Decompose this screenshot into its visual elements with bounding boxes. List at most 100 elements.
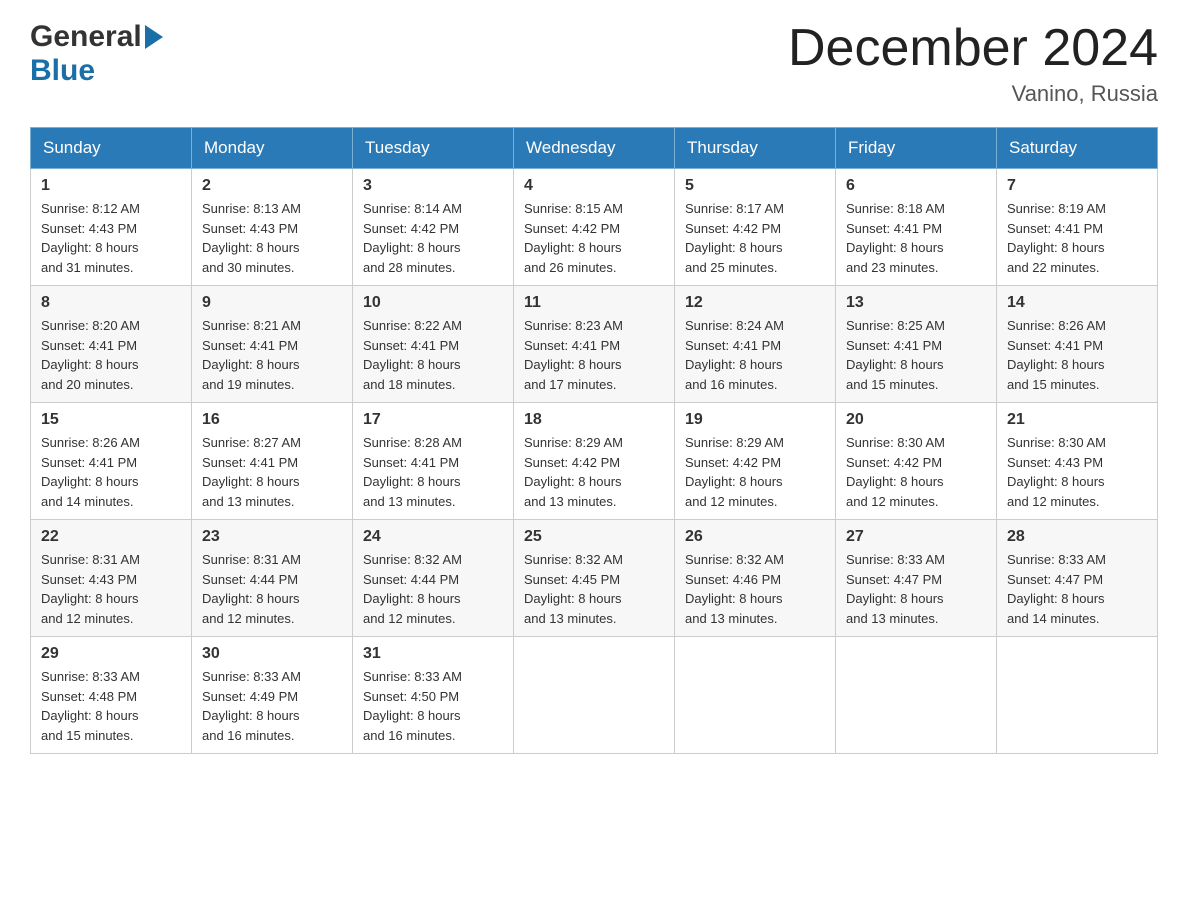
table-row: 4 Sunrise: 8:15 AMSunset: 4:42 PMDayligh…	[514, 169, 675, 286]
table-row: 1 Sunrise: 8:12 AMSunset: 4:43 PMDayligh…	[31, 169, 192, 286]
day-number: 6	[846, 177, 986, 195]
header-wednesday: Wednesday	[514, 128, 675, 169]
day-number: 30	[202, 645, 342, 663]
day-info: Sunrise: 8:26 AMSunset: 4:41 PMDaylight:…	[1007, 318, 1106, 392]
day-info: Sunrise: 8:22 AMSunset: 4:41 PMDaylight:…	[363, 318, 462, 392]
day-number: 14	[1007, 294, 1147, 312]
day-number: 7	[1007, 177, 1147, 195]
day-info: Sunrise: 8:24 AMSunset: 4:41 PMDaylight:…	[685, 318, 784, 392]
logo: General Blue	[30, 20, 163, 88]
table-row: 25 Sunrise: 8:32 AMSunset: 4:45 PMDaylig…	[514, 520, 675, 637]
table-row: 17 Sunrise: 8:28 AMSunset: 4:41 PMDaylig…	[353, 403, 514, 520]
header-thursday: Thursday	[675, 128, 836, 169]
table-row: 26 Sunrise: 8:32 AMSunset: 4:46 PMDaylig…	[675, 520, 836, 637]
table-row: 30 Sunrise: 8:33 AMSunset: 4:49 PMDaylig…	[192, 637, 353, 754]
table-row: 13 Sunrise: 8:25 AMSunset: 4:41 PMDaylig…	[836, 286, 997, 403]
day-info: Sunrise: 8:33 AMSunset: 4:48 PMDaylight:…	[41, 669, 140, 743]
table-row: 5 Sunrise: 8:17 AMSunset: 4:42 PMDayligh…	[675, 169, 836, 286]
calendar-table: Sunday Monday Tuesday Wednesday Thursday…	[30, 127, 1158, 754]
day-number: 16	[202, 411, 342, 429]
day-info: Sunrise: 8:32 AMSunset: 4:45 PMDaylight:…	[524, 552, 623, 626]
table-row	[675, 637, 836, 754]
calendar-header-row: Sunday Monday Tuesday Wednesday Thursday…	[31, 128, 1158, 169]
table-row: 24 Sunrise: 8:32 AMSunset: 4:44 PMDaylig…	[353, 520, 514, 637]
day-info: Sunrise: 8:25 AMSunset: 4:41 PMDaylight:…	[846, 318, 945, 392]
table-row: 12 Sunrise: 8:24 AMSunset: 4:41 PMDaylig…	[675, 286, 836, 403]
table-row: 28 Sunrise: 8:33 AMSunset: 4:47 PMDaylig…	[997, 520, 1158, 637]
day-number: 3	[363, 177, 503, 195]
day-info: Sunrise: 8:30 AMSunset: 4:42 PMDaylight:…	[846, 435, 945, 509]
title-area: December 2024 Vanino, Russia	[788, 20, 1158, 107]
day-number: 21	[1007, 411, 1147, 429]
day-number: 2	[202, 177, 342, 195]
location-subtitle: Vanino, Russia	[788, 81, 1158, 107]
page-header: General Blue December 2024 Vanino, Russi…	[30, 20, 1158, 107]
day-number: 29	[41, 645, 181, 663]
day-info: Sunrise: 8:21 AMSunset: 4:41 PMDaylight:…	[202, 318, 301, 392]
table-row: 10 Sunrise: 8:22 AMSunset: 4:41 PMDaylig…	[353, 286, 514, 403]
day-number: 28	[1007, 528, 1147, 546]
day-info: Sunrise: 8:32 AMSunset: 4:44 PMDaylight:…	[363, 552, 462, 626]
table-row: 16 Sunrise: 8:27 AMSunset: 4:41 PMDaylig…	[192, 403, 353, 520]
day-info: Sunrise: 8:17 AMSunset: 4:42 PMDaylight:…	[685, 201, 784, 275]
day-number: 12	[685, 294, 825, 312]
day-number: 26	[685, 528, 825, 546]
day-info: Sunrise: 8:33 AMSunset: 4:47 PMDaylight:…	[846, 552, 945, 626]
day-number: 13	[846, 294, 986, 312]
day-number: 11	[524, 294, 664, 312]
day-number: 17	[363, 411, 503, 429]
day-info: Sunrise: 8:31 AMSunset: 4:44 PMDaylight:…	[202, 552, 301, 626]
table-row: 27 Sunrise: 8:33 AMSunset: 4:47 PMDaylig…	[836, 520, 997, 637]
day-number: 31	[363, 645, 503, 663]
calendar-week-4: 22 Sunrise: 8:31 AMSunset: 4:43 PMDaylig…	[31, 520, 1158, 637]
day-info: Sunrise: 8:31 AMSunset: 4:43 PMDaylight:…	[41, 552, 140, 626]
table-row: 29 Sunrise: 8:33 AMSunset: 4:48 PMDaylig…	[31, 637, 192, 754]
day-number: 25	[524, 528, 664, 546]
table-row: 3 Sunrise: 8:14 AMSunset: 4:42 PMDayligh…	[353, 169, 514, 286]
day-info: Sunrise: 8:19 AMSunset: 4:41 PMDaylight:…	[1007, 201, 1106, 275]
day-number: 22	[41, 528, 181, 546]
day-number: 19	[685, 411, 825, 429]
logo-general-text: General	[30, 20, 142, 54]
table-row: 31 Sunrise: 8:33 AMSunset: 4:50 PMDaylig…	[353, 637, 514, 754]
calendar-week-3: 15 Sunrise: 8:26 AMSunset: 4:41 PMDaylig…	[31, 403, 1158, 520]
day-info: Sunrise: 8:23 AMSunset: 4:41 PMDaylight:…	[524, 318, 623, 392]
day-number: 23	[202, 528, 342, 546]
table-row	[514, 637, 675, 754]
table-row: 23 Sunrise: 8:31 AMSunset: 4:44 PMDaylig…	[192, 520, 353, 637]
day-info: Sunrise: 8:12 AMSunset: 4:43 PMDaylight:…	[41, 201, 140, 275]
table-row	[997, 637, 1158, 754]
day-info: Sunrise: 8:26 AMSunset: 4:41 PMDaylight:…	[41, 435, 140, 509]
day-info: Sunrise: 8:28 AMSunset: 4:41 PMDaylight:…	[363, 435, 462, 509]
header-friday: Friday	[836, 128, 997, 169]
day-info: Sunrise: 8:20 AMSunset: 4:41 PMDaylight:…	[41, 318, 140, 392]
day-number: 24	[363, 528, 503, 546]
day-info: Sunrise: 8:27 AMSunset: 4:41 PMDaylight:…	[202, 435, 301, 509]
table-row	[836, 637, 997, 754]
day-number: 15	[41, 411, 181, 429]
day-info: Sunrise: 8:33 AMSunset: 4:47 PMDaylight:…	[1007, 552, 1106, 626]
calendar-week-5: 29 Sunrise: 8:33 AMSunset: 4:48 PMDaylig…	[31, 637, 1158, 754]
logo-arrow-icon	[145, 25, 163, 49]
table-row: 15 Sunrise: 8:26 AMSunset: 4:41 PMDaylig…	[31, 403, 192, 520]
day-info: Sunrise: 8:29 AMSunset: 4:42 PMDaylight:…	[685, 435, 784, 509]
day-info: Sunrise: 8:15 AMSunset: 4:42 PMDaylight:…	[524, 201, 623, 275]
table-row: 7 Sunrise: 8:19 AMSunset: 4:41 PMDayligh…	[997, 169, 1158, 286]
table-row: 2 Sunrise: 8:13 AMSunset: 4:43 PMDayligh…	[192, 169, 353, 286]
page-title: December 2024	[788, 20, 1158, 77]
day-number: 18	[524, 411, 664, 429]
day-info: Sunrise: 8:13 AMSunset: 4:43 PMDaylight:…	[202, 201, 301, 275]
calendar-week-2: 8 Sunrise: 8:20 AMSunset: 4:41 PMDayligh…	[31, 286, 1158, 403]
day-info: Sunrise: 8:33 AMSunset: 4:49 PMDaylight:…	[202, 669, 301, 743]
day-info: Sunrise: 8:29 AMSunset: 4:42 PMDaylight:…	[524, 435, 623, 509]
table-row: 19 Sunrise: 8:29 AMSunset: 4:42 PMDaylig…	[675, 403, 836, 520]
table-row: 18 Sunrise: 8:29 AMSunset: 4:42 PMDaylig…	[514, 403, 675, 520]
day-number: 9	[202, 294, 342, 312]
table-row: 9 Sunrise: 8:21 AMSunset: 4:41 PMDayligh…	[192, 286, 353, 403]
table-row: 21 Sunrise: 8:30 AMSunset: 4:43 PMDaylig…	[997, 403, 1158, 520]
table-row: 20 Sunrise: 8:30 AMSunset: 4:42 PMDaylig…	[836, 403, 997, 520]
day-number: 27	[846, 528, 986, 546]
table-row: 22 Sunrise: 8:31 AMSunset: 4:43 PMDaylig…	[31, 520, 192, 637]
header-saturday: Saturday	[997, 128, 1158, 169]
day-info: Sunrise: 8:30 AMSunset: 4:43 PMDaylight:…	[1007, 435, 1106, 509]
